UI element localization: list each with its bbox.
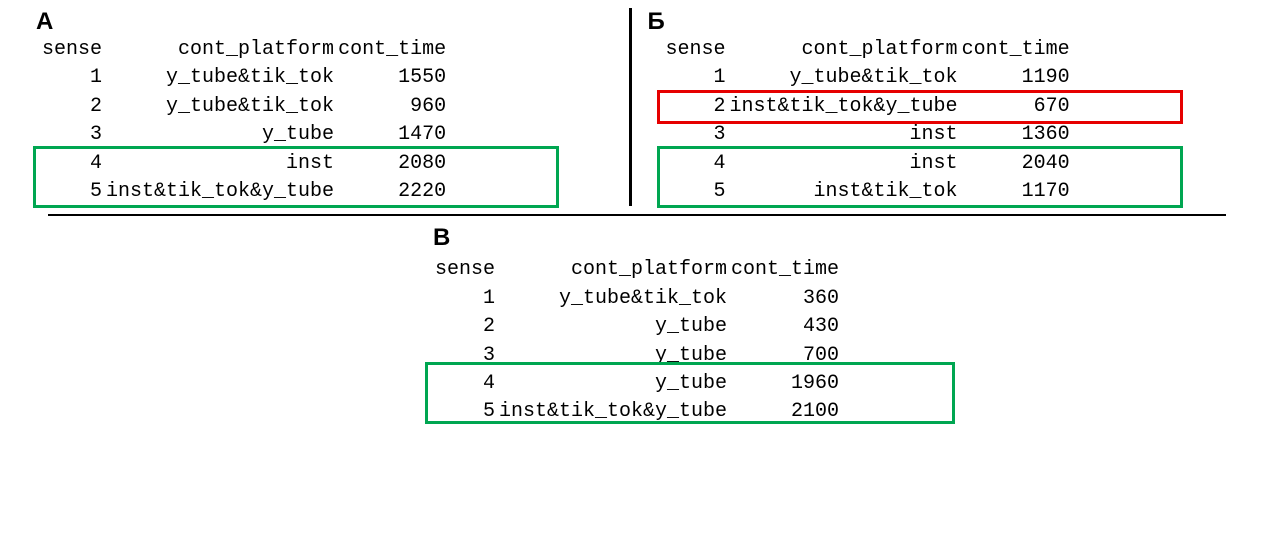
table-row: 3 y_tube 700 — [433, 342, 841, 370]
cell-time: 1170 — [960, 178, 1072, 206]
col-platform: cont_platform — [728, 36, 960, 64]
cell-sense: 1 — [664, 64, 728, 92]
cell-sense: 4 — [664, 150, 728, 178]
cell-sense: 5 — [40, 178, 104, 206]
table-row: 2 inst&tik_tok&y_tube 670 — [664, 93, 1072, 121]
cell-sense: 1 — [433, 285, 497, 313]
col-platform: cont_platform — [497, 256, 729, 284]
table-row: 2 y_tube&tik_tok 960 — [40, 93, 448, 121]
col-sense: sense — [40, 36, 104, 64]
cell-time: 2040 — [960, 150, 1072, 178]
col-platform: cont_platform — [104, 36, 336, 64]
panel-label-A: А — [36, 10, 53, 34]
cell-sense: 3 — [40, 121, 104, 149]
panel-A: А sense cont_platform cont_time 1 y_tube… — [30, 8, 621, 206]
table-header: sense cont_platform cont_time — [433, 256, 841, 284]
table-row: 5 inst&tik_tok 1170 — [664, 178, 1072, 206]
cell-time: 2080 — [336, 150, 448, 178]
table-header: sense cont_platform cont_time — [40, 36, 448, 64]
table-row: 1 y_tube&tik_tok 1550 — [40, 64, 448, 92]
top-row: А sense cont_platform cont_time 1 y_tube… — [30, 8, 1244, 206]
cell-sense: 5 — [664, 178, 728, 206]
table-row: 3 inst 1360 — [664, 121, 1072, 149]
table-row: 2 y_tube 430 — [433, 313, 841, 341]
col-time: cont_time — [960, 36, 1072, 64]
panel-V: В sense cont_platform cont_time 1 y_tube… — [433, 226, 841, 426]
horizontal-divider — [48, 214, 1226, 216]
cell-sense: 4 — [433, 370, 497, 398]
bottom-row: В sense cont_platform cont_time 1 y_tube… — [30, 226, 1244, 426]
table-row: 1 y_tube&tik_tok 1190 — [664, 64, 1072, 92]
table-row: 5 inst&tik_tok&y_tube 2100 — [433, 398, 841, 426]
col-sense: sense — [433, 256, 497, 284]
table-row: 4 inst 2080 — [40, 150, 448, 178]
cell-time: 1960 — [729, 370, 841, 398]
cell-platform: y_tube — [497, 370, 729, 398]
cell-platform: y_tube&tik_tok — [104, 93, 336, 121]
table-header: sense cont_platform cont_time — [664, 36, 1072, 64]
cell-platform: inst&tik_tok&y_tube — [728, 93, 960, 121]
cell-sense: 2 — [40, 93, 104, 121]
vertical-divider — [629, 8, 632, 206]
cell-time: 2220 — [336, 178, 448, 206]
col-time: cont_time — [336, 36, 448, 64]
table-row: 5 inst&tik_tok&y_tube 2220 — [40, 178, 448, 206]
panel-label-B: Б — [648, 10, 665, 34]
cell-platform: y_tube&tik_tok — [728, 64, 960, 92]
cell-sense: 2 — [433, 313, 497, 341]
cell-platform: y_tube&tik_tok — [104, 64, 336, 92]
cell-time: 430 — [729, 313, 841, 341]
page: А sense cont_platform cont_time 1 y_tube… — [0, 0, 1274, 534]
cell-time: 1190 — [960, 64, 1072, 92]
cell-platform: inst — [728, 150, 960, 178]
cell-sense: 3 — [433, 342, 497, 370]
table-V: sense cont_platform cont_time 1 y_tube&t… — [433, 256, 841, 426]
cell-platform: inst&tik_tok — [728, 178, 960, 206]
table-row: 3 y_tube 1470 — [40, 121, 448, 149]
cell-platform: inst — [728, 121, 960, 149]
cell-sense: 2 — [664, 93, 728, 121]
panel-B: Б sense cont_platform cont_time 1 y_tube… — [640, 8, 1245, 206]
cell-time: 1470 — [336, 121, 448, 149]
cell-time: 670 — [960, 93, 1072, 121]
cell-time: 1360 — [960, 121, 1072, 149]
table-A: sense cont_platform cont_time 1 y_tube&t… — [40, 36, 448, 206]
cell-sense: 5 — [433, 398, 497, 426]
table-row: 1 y_tube&tik_tok 360 — [433, 285, 841, 313]
cell-time: 360 — [729, 285, 841, 313]
cell-platform: inst — [104, 150, 336, 178]
cell-platform: inst&tik_tok&y_tube — [104, 178, 336, 206]
cell-sense: 4 — [40, 150, 104, 178]
cell-platform: y_tube — [497, 342, 729, 370]
col-time: cont_time — [729, 256, 841, 284]
cell-sense: 1 — [40, 64, 104, 92]
cell-platform: y_tube — [104, 121, 336, 149]
cell-sense: 3 — [664, 121, 728, 149]
col-sense: sense — [664, 36, 728, 64]
cell-platform: y_tube&tik_tok — [497, 285, 729, 313]
cell-platform: inst&tik_tok&y_tube — [497, 398, 729, 426]
table-row: 4 y_tube 1960 — [433, 370, 841, 398]
cell-time: 700 — [729, 342, 841, 370]
table-B: sense cont_platform cont_time 1 y_tube&t… — [664, 36, 1072, 206]
table-row: 4 inst 2040 — [664, 150, 1072, 178]
cell-platform: y_tube — [497, 313, 729, 341]
cell-time: 960 — [336, 93, 448, 121]
cell-time: 2100 — [729, 398, 841, 426]
panel-label-V: В — [433, 226, 450, 250]
cell-time: 1550 — [336, 64, 448, 92]
